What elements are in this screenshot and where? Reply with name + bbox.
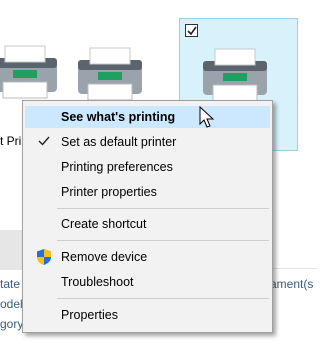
- mouse-cursor-icon: [199, 106, 215, 128]
- shield-icon: [37, 249, 51, 265]
- checkmark-icon: [38, 136, 50, 146]
- menu-item-properties[interactable]: Properties: [25, 304, 270, 326]
- menu-item-label: See what's printing: [61, 110, 176, 124]
- check-icon: [187, 26, 197, 36]
- menu-item-label: Create shortcut: [61, 217, 147, 231]
- menu-item-label: Printer properties: [61, 185, 157, 199]
- detail-label-state: tate: [0, 277, 21, 291]
- detail-label-category: gory: [0, 317, 24, 331]
- menu-item-see-whats-printing[interactable]: See what's printing: [25, 106, 270, 128]
- decorative-shape: [0, 230, 22, 270]
- menu-item-create-shortcut[interactable]: Create shortcut: [25, 213, 270, 235]
- menu-separator: [57, 208, 269, 209]
- menu-separator: [57, 298, 269, 299]
- printer-name-partial: t Pri: [0, 134, 22, 148]
- menu-item-printer-properties[interactable]: Printer properties: [25, 181, 270, 203]
- menu-item-remove-device[interactable]: Remove device: [25, 246, 270, 268]
- detail-label-model: odel: [0, 297, 23, 311]
- menu-item-set-default-printer[interactable]: Set as default printer: [25, 131, 270, 153]
- detail-label-documents: ament(s: [270, 277, 314, 291]
- menu-separator: [57, 240, 269, 241]
- menu-item-label: Properties: [61, 308, 118, 322]
- menu-item-label: Troubleshoot: [61, 275, 134, 289]
- context-menu: See what's printing Set as default print…: [22, 100, 273, 333]
- menu-item-label: Set as default printer: [61, 135, 177, 149]
- menu-item-label: Printing preferences: [61, 160, 173, 174]
- menu-item-label: Remove device: [61, 250, 148, 264]
- menu-item-troubleshoot[interactable]: Troubleshoot: [25, 271, 270, 293]
- checkbox[interactable]: [185, 24, 198, 37]
- menu-item-printing-preferences[interactable]: Printing preferences: [25, 156, 270, 178]
